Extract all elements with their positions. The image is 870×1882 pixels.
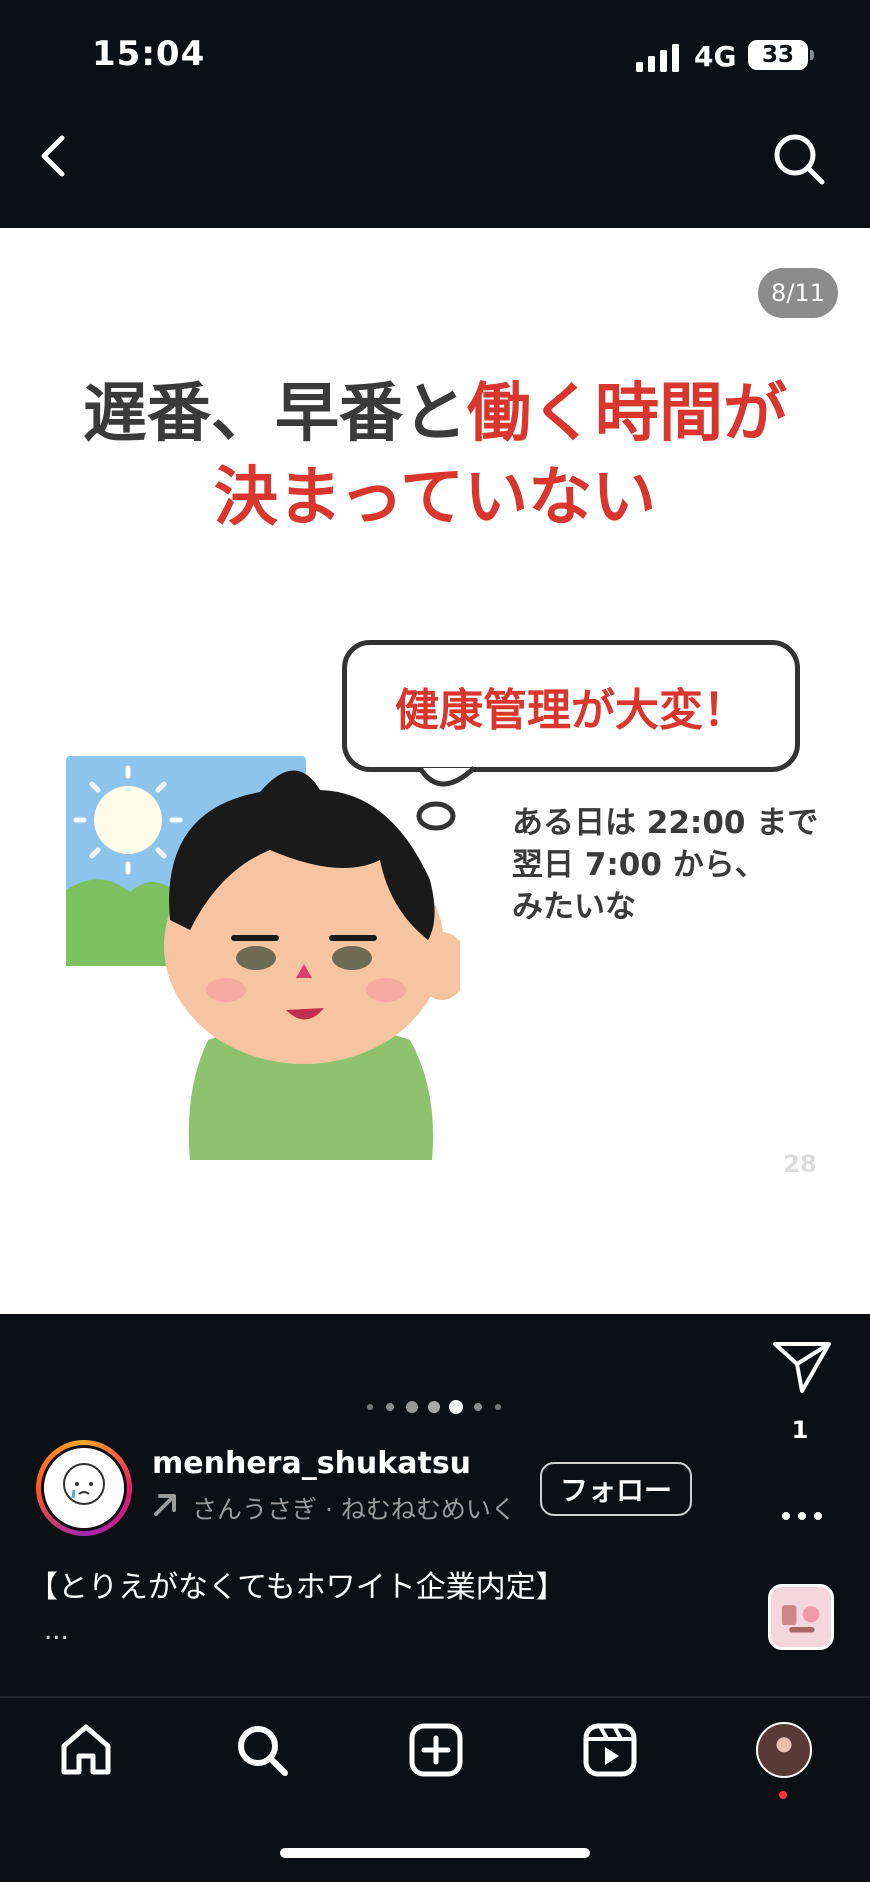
thought-bubble-text: 健康管理が大変！ (395, 685, 747, 736)
back-chevron-icon[interactable] (36, 134, 72, 178)
music-info[interactable]: さんうさぎ · ねむねむめいく (192, 1490, 516, 1526)
post-note: ある日は 22:00 まで 翌日 7:00 から、 みたいな (512, 802, 818, 928)
arrow-up-right-icon (154, 1494, 176, 1516)
follow-button[interactable]: フォロー (540, 1462, 692, 1516)
headline-dark-text: 遅番、早番と (83, 377, 467, 451)
heart-icon[interactable] (768, 1072, 830, 1128)
bottom-nav-divider (0, 1696, 870, 1698)
post-headline: 遅番、早番と働く時間が 決まっていない (0, 372, 870, 540)
account-username[interactable]: menhera_shukatsu (152, 1446, 471, 1481)
add-post-icon[interactable] (408, 1722, 464, 1778)
reels-icon[interactable] (582, 1722, 638, 1778)
tired-man-illustration (66, 756, 460, 1160)
share-count: 1 (791, 1416, 809, 1444)
comment-icon[interactable] (774, 1232, 830, 1288)
search-icon[interactable] (772, 132, 826, 186)
battery-tip (810, 50, 814, 60)
carousel-dots (367, 1400, 501, 1414)
notification-dot (779, 1791, 787, 1799)
headline-line-2: 決まっていない (213, 461, 657, 535)
profile-avatar[interactable] (756, 1722, 812, 1778)
account-avatar[interactable] (36, 1440, 132, 1536)
cellular-signal-icon (636, 44, 679, 72)
post-caption[interactable]: 【とりえがなくてもホワイト企業内定】 (28, 1562, 566, 1606)
home-icon[interactable] (58, 1722, 114, 1778)
avatar-inner (41, 1445, 127, 1531)
sticker-thumbnail-icon[interactable] (768, 1584, 834, 1650)
status-time: 15:04 (92, 34, 206, 74)
network-type: 4G (694, 40, 737, 73)
more-options-icon[interactable] (780, 1506, 824, 1526)
home-indicator[interactable] (280, 1848, 590, 1858)
headline-line-1: 遅番、早番と働く時間が (0, 372, 870, 456)
note-line: ある日は 22:00 まで (512, 805, 819, 841)
headline-red-text: 働く時間が (467, 377, 787, 451)
like-count: 28 (783, 1150, 817, 1178)
note-line: 翌日 7:00 から、 (512, 847, 766, 883)
carousel-page-counter: 8/11 (758, 268, 838, 318)
battery-level: 33 (761, 42, 794, 68)
battery-icon: 33 (748, 40, 808, 70)
search-icon[interactable] (234, 1722, 290, 1778)
note-line: みたいな (512, 889, 636, 925)
send-icon[interactable] (772, 1340, 832, 1394)
avatar-image (44, 1448, 124, 1528)
caption-more[interactable]: ... (44, 1616, 69, 1646)
